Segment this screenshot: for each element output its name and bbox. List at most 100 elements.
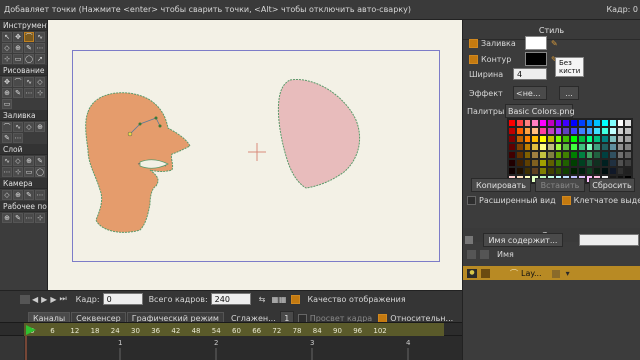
point-handle[interactable] (138, 122, 142, 126)
palette-swatch[interactable] (562, 159, 570, 167)
palette-swatch[interactable] (539, 167, 547, 175)
palette-swatch[interactable] (616, 143, 625, 151)
palette-swatch[interactable] (593, 151, 601, 159)
palette-swatch[interactable] (608, 167, 617, 175)
palette-swatch[interactable] (616, 119, 625, 127)
palette-swatch[interactable] (593, 127, 601, 135)
paste-button[interactable]: Вставить (535, 178, 585, 192)
advanced-checkbox[interactable] (467, 196, 476, 205)
pink-shape[interactable] (277, 79, 360, 189)
palette-swatch[interactable] (601, 143, 609, 151)
palette-swatch[interactable] (616, 151, 625, 159)
width-input[interactable]: 4 (513, 68, 547, 80)
palette-swatch[interactable] (624, 151, 632, 159)
palette-swatch[interactable] (608, 119, 617, 127)
palette-swatch[interactable] (624, 167, 632, 175)
palette-swatch[interactable] (554, 127, 563, 135)
palette-swatch[interactable] (546, 127, 555, 135)
palette-swatch[interactable] (539, 119, 547, 127)
palette-swatch[interactable] (608, 159, 617, 167)
palette-swatch[interactable] (616, 127, 625, 135)
palette-swatch[interactable] (562, 119, 570, 127)
palette-swatch[interactable] (593, 159, 601, 167)
palette-swatch[interactable] (508, 151, 516, 159)
palette-swatch[interactable] (593, 135, 601, 143)
palette-swatch[interactable] (624, 119, 632, 127)
palette-swatch[interactable] (562, 127, 570, 135)
palette-swatch[interactable] (546, 135, 555, 143)
timeline-track[interactable]: 1 2 3 4 (24, 336, 462, 360)
palette-swatch[interactable] (570, 159, 578, 167)
head-shape[interactable] (85, 92, 191, 233)
layers-toggle-icon[interactable] (465, 236, 473, 244)
palette-swatch[interactable] (570, 135, 578, 143)
palette-swatch[interactable] (624, 159, 632, 167)
layer-dropdown-icon[interactable]: ▾ (566, 269, 570, 278)
palette-swatch[interactable] (585, 119, 594, 127)
palette-swatch[interactable] (508, 127, 516, 135)
point-handle[interactable] (127, 131, 133, 137)
palette-swatch[interactable] (577, 127, 586, 135)
palette-swatch[interactable] (593, 143, 601, 151)
palette-swatch[interactable] (523, 119, 532, 127)
palette-swatch[interactable] (570, 119, 578, 127)
color-palette[interactable] (507, 118, 633, 184)
palette-swatch[interactable] (531, 143, 539, 151)
palette-swatch[interactable] (585, 135, 594, 143)
palette-swatch[interactable] (515, 135, 524, 143)
palette-swatch[interactable] (515, 167, 524, 175)
reset-button[interactable]: Сбросить (589, 178, 635, 192)
checker-checkbox[interactable] (561, 196, 571, 205)
palette-swatch[interactable] (546, 151, 555, 159)
palette-swatch[interactable] (554, 167, 563, 175)
palette-swatch[interactable] (515, 151, 524, 159)
palette-swatch[interactable] (531, 159, 539, 167)
palette-swatch[interactable] (546, 119, 555, 127)
fast-forward-icon[interactable]: ⏭ (59, 294, 66, 304)
palette-swatch[interactable] (570, 127, 578, 135)
palette-swatch[interactable] (585, 167, 594, 175)
palette-swatch[interactable] (562, 151, 570, 159)
stroke-color-swatch[interactable] (525, 52, 547, 66)
palette-swatch[interactable] (570, 151, 578, 159)
palette-swatch[interactable] (523, 167, 532, 175)
palette-swatch[interactable] (508, 119, 516, 127)
palette-swatch[interactable] (601, 127, 609, 135)
quality-checkbox[interactable] (290, 294, 300, 304)
fill-checkbox[interactable] (469, 38, 478, 48)
total-frames-input[interactable]: 240 (210, 293, 251, 305)
palette-swatch[interactable] (608, 127, 617, 135)
palette-swatch[interactable] (523, 143, 532, 151)
palette-swatch[interactable] (616, 167, 625, 175)
palette-swatch[interactable] (531, 135, 539, 143)
layer-filter-input[interactable]: Имя содержит... (483, 233, 563, 247)
palette-swatch[interactable] (624, 127, 632, 135)
palette-swatch[interactable] (601, 167, 609, 175)
palette-swatch[interactable] (577, 143, 586, 151)
layer-color-tag[interactable] (551, 269, 560, 278)
palette-swatch[interactable] (577, 119, 586, 127)
playback-icons[interactable]: ▦▦ (271, 295, 286, 304)
palette-swatch[interactable] (585, 151, 594, 159)
palette-select[interactable]: Basic Colors.png (505, 104, 575, 118)
palette-swatch[interactable] (577, 135, 586, 143)
eye-icon[interactable]: ● (467, 269, 477, 278)
palette-swatch[interactable] (577, 159, 586, 167)
palette-swatch[interactable] (593, 167, 601, 175)
palette-swatch[interactable] (585, 143, 594, 151)
effect-more-button[interactable]: ... (559, 86, 579, 100)
palette-swatch[interactable] (546, 167, 555, 175)
palette-swatch[interactable] (608, 151, 617, 159)
palette-swatch[interactable] (546, 143, 555, 151)
palette-swatch[interactable] (624, 143, 632, 151)
palette-swatch[interactable] (577, 151, 586, 159)
step-back-icon[interactable]: ◀ (32, 295, 38, 304)
palette-swatch[interactable] (515, 127, 524, 135)
palette-swatch[interactable] (608, 143, 617, 151)
palette-swatch[interactable] (531, 151, 539, 159)
palette-swatch[interactable] (508, 167, 516, 175)
palette-swatch[interactable] (539, 135, 547, 143)
palette-swatch[interactable] (577, 167, 586, 175)
palette-swatch[interactable] (562, 167, 570, 175)
palette-swatch[interactable] (585, 159, 594, 167)
